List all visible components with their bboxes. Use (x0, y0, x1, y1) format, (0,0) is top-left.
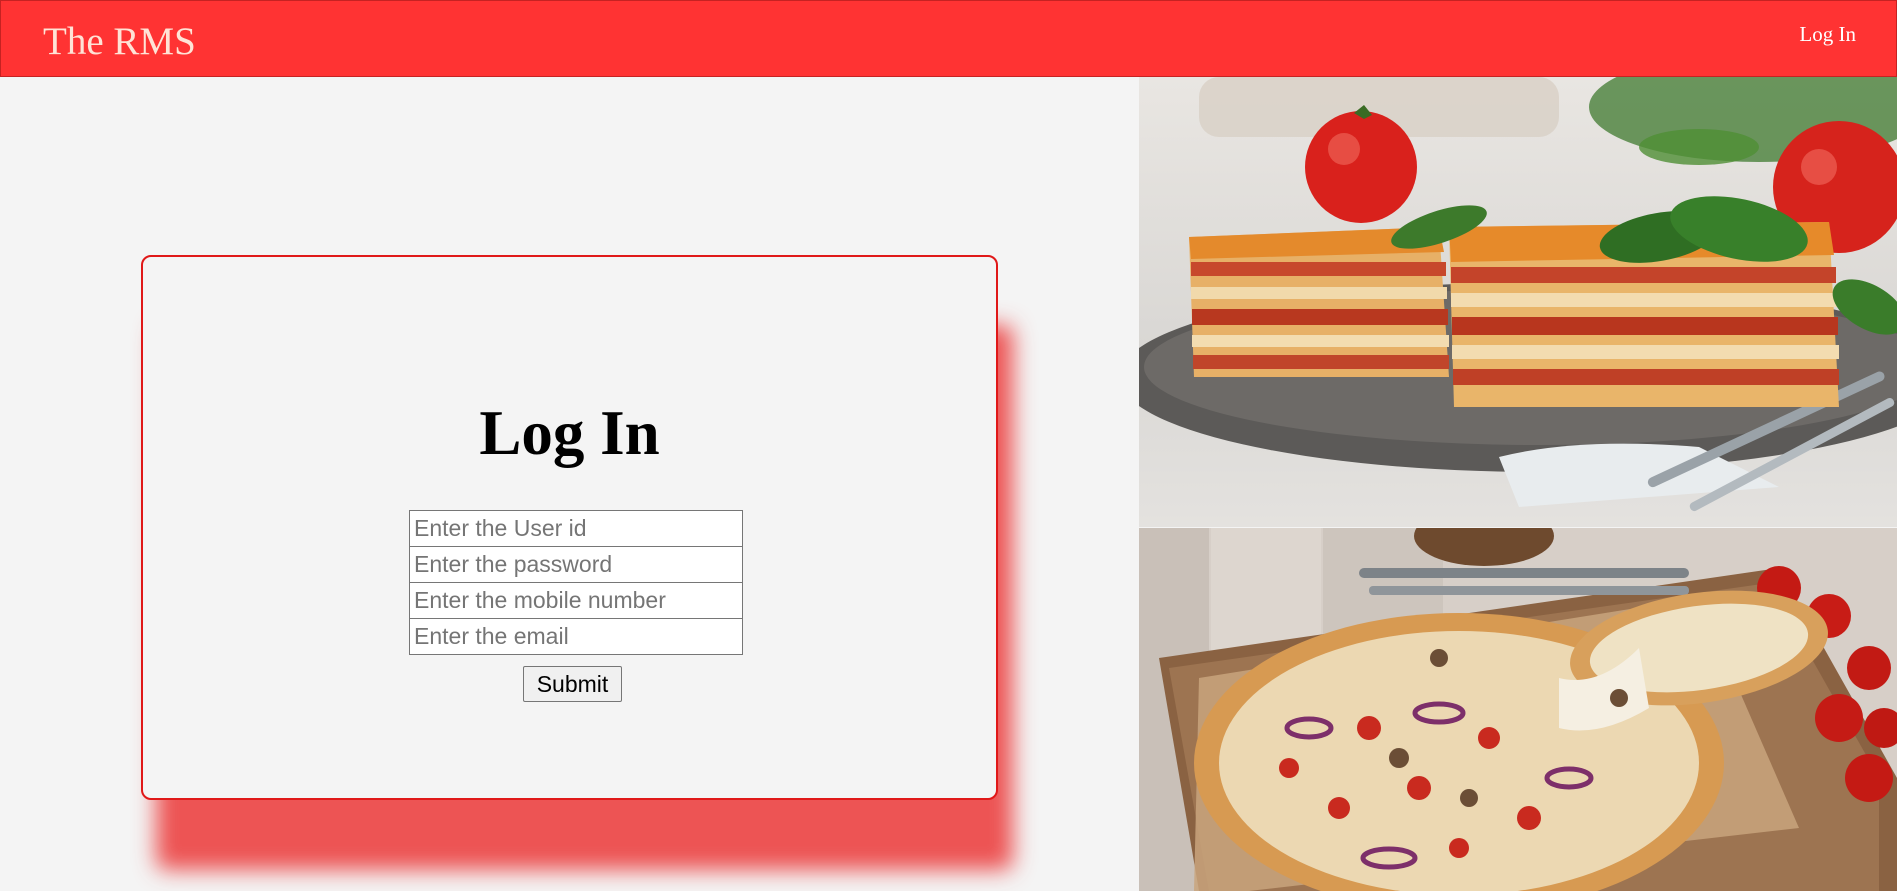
brand-logo-text[interactable]: The RMS (43, 19, 196, 64)
lasagna-photo (1139, 77, 1897, 527)
pizza-photo (1139, 528, 1897, 891)
login-card: Log In Submit (141, 255, 998, 800)
mobile-number-input[interactable] (409, 582, 743, 619)
submit-button[interactable]: Submit (523, 666, 622, 702)
user-id-input[interactable] (409, 510, 743, 547)
email-input[interactable] (409, 618, 743, 655)
top-navbar: The RMS Log In (0, 0, 1897, 77)
login-form (409, 510, 743, 655)
login-title: Log In (479, 398, 660, 468)
password-input[interactable] (409, 546, 743, 583)
nav-login-link[interactable]: Log In (1799, 22, 1856, 47)
